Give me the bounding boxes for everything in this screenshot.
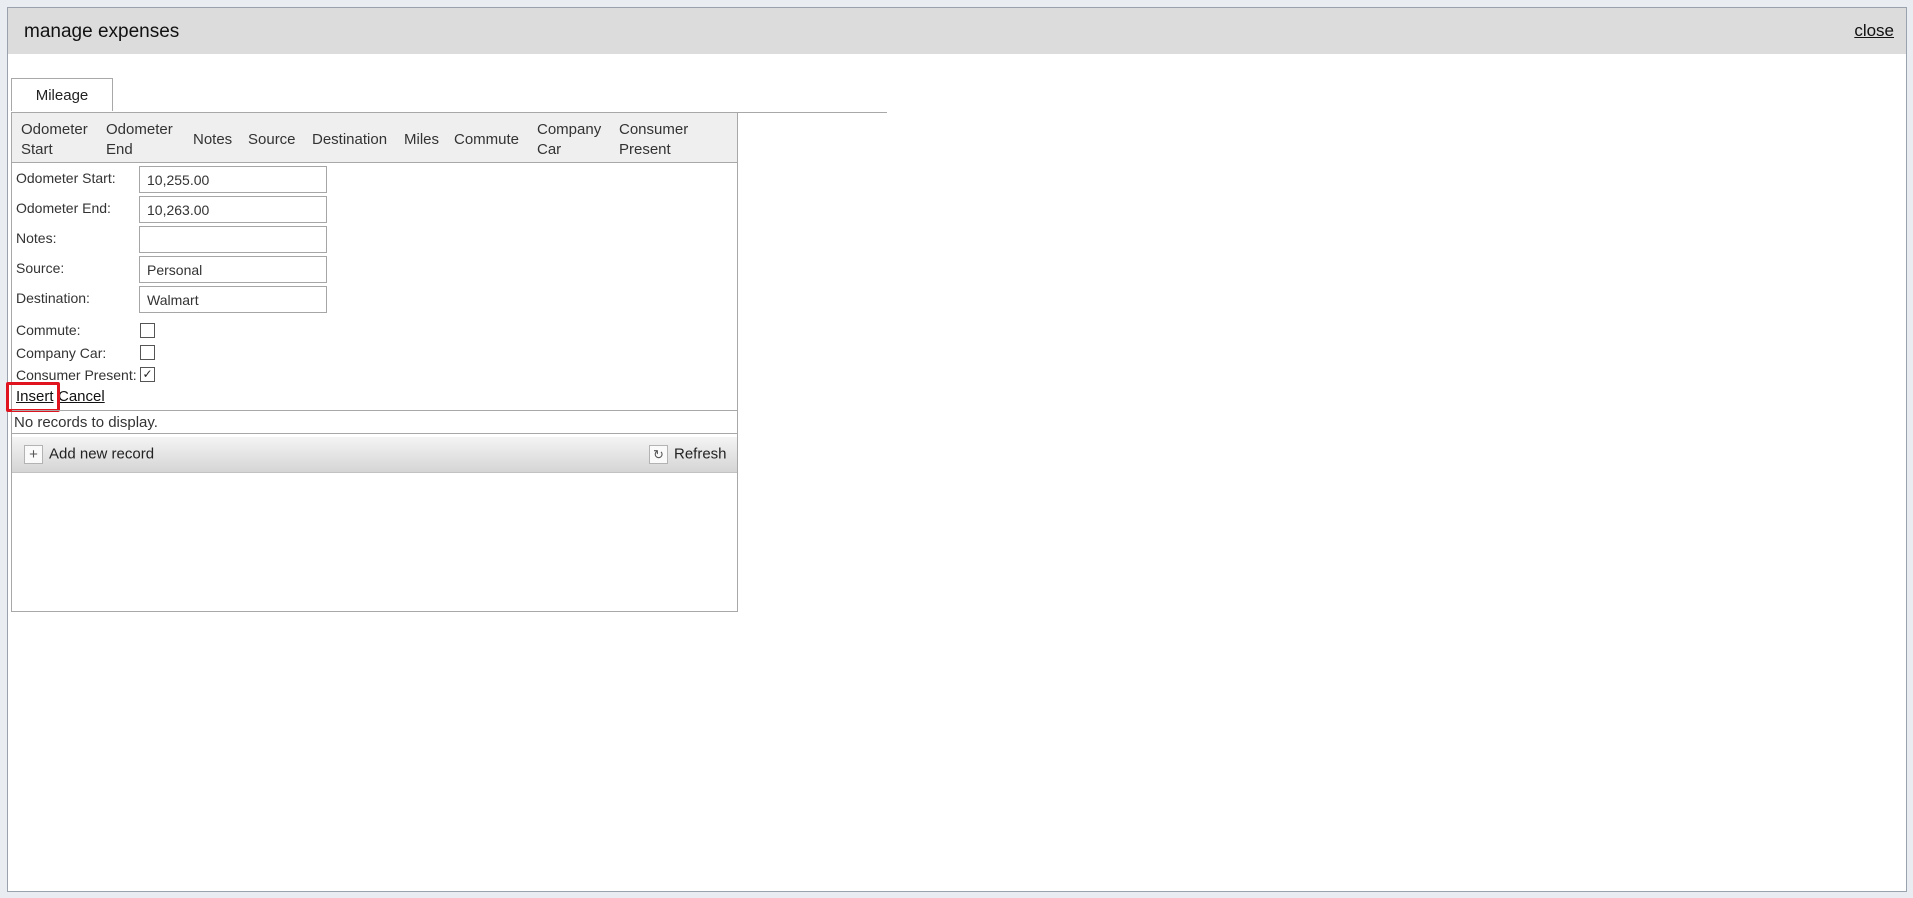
insert-link[interactable]: Insert <box>16 388 54 405</box>
dialog-titlebar: manage expenses close <box>8 8 1906 54</box>
add-new-record-label: Add new record <box>49 445 155 463</box>
commute-checkbox[interactable] <box>140 323 155 338</box>
odometer-end-label: Odometer End: <box>16 200 111 216</box>
odometer-start-label: Odometer Start: <box>16 170 116 186</box>
no-records-message: No records to display. <box>12 410 737 434</box>
tab-mileage[interactable]: Mileage <box>11 78 113 111</box>
column-header-miles[interactable]: Miles <box>404 130 439 150</box>
column-header-company-car[interactable]: Company Car <box>537 120 601 160</box>
odometer-end-input[interactable] <box>139 196 327 223</box>
column-header-notes[interactable]: Notes <box>193 130 232 150</box>
column-header-destination[interactable]: Destination <box>312 130 387 150</box>
notes-label: Notes: <box>16 230 57 246</box>
manage-expenses-dialog: manage expenses close Mileage Odometer St… <box>6 7 1907 892</box>
close-link[interactable]: close <box>1854 21 1894 41</box>
tabstrip: Mileage <box>11 72 887 113</box>
insert-form: Odometer Start: Odometer End: Notes: Sou… <box>6 162 737 412</box>
dialog-title: manage expenses <box>24 21 180 42</box>
add-new-record-button[interactable]: + Add new record <box>24 445 154 464</box>
consumer-present-checkbox[interactable]: ✓ <box>140 367 155 382</box>
commute-label: Commute: <box>16 322 81 338</box>
company-car-checkbox[interactable] <box>140 345 155 360</box>
command-bar: + Add new record ↻ Refresh <box>12 437 737 473</box>
destination-input[interactable] <box>139 286 327 313</box>
cancel-link[interactable]: Cancel <box>58 388 105 405</box>
column-header-odometer-start[interactable]: Odometer Start <box>21 120 88 160</box>
refresh-label: Refresh <box>674 445 727 463</box>
column-header-consumer-present[interactable]: Consumer Present <box>619 120 688 160</box>
company-car-label: Company Car: <box>16 345 107 361</box>
destination-label: Destination: <box>16 290 90 306</box>
consumer-present-label: Consumer Present: <box>16 367 137 383</box>
column-header-odometer-end[interactable]: Odometer End <box>106 120 173 160</box>
grid-header: Odometer Start Odometer End Notes Source D… <box>12 113 737 163</box>
odometer-start-input[interactable] <box>139 166 327 193</box>
column-header-commute[interactable]: Commute <box>454 130 519 150</box>
refresh-button[interactable]: ↻ Refresh <box>649 445 727 464</box>
refresh-icon: ↻ <box>649 445 668 464</box>
notes-input[interactable] <box>139 226 327 253</box>
mileage-grid: Odometer Start Odometer End Notes Source D… <box>6 112 738 612</box>
source-input[interactable] <box>139 256 327 283</box>
column-header-source[interactable]: Source <box>248 130 296 150</box>
source-label: Source: <box>16 260 65 276</box>
plus-icon: + <box>24 445 43 464</box>
